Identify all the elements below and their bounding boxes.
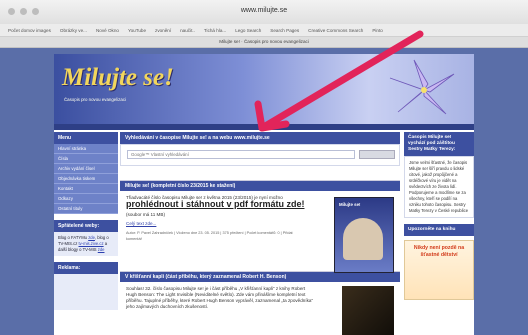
browser-window: www.milujte.se Počet domov images Obrázk… — [0, 0, 528, 335]
download-link[interactable]: prohlédnout i stáhnout v pdf formátu zde… — [126, 199, 304, 209]
page-viewport: Milujte se! Časopis pro novou evangeliza… — [0, 48, 528, 335]
tab-active[interactable]: Milujte se! · Časopis pro novou evangeli… — [0, 37, 528, 48]
book-cover-image[interactable] — [342, 286, 394, 335]
bookmark-item[interactable]: naučit.. — [180, 28, 195, 33]
search-input[interactable] — [127, 150, 355, 159]
friends-link[interactable]: zde — [88, 235, 95, 240]
bookmark-item[interactable]: Creative Commons Search — [308, 28, 363, 33]
site-banner: Milujte se! Časopis pro novou evangeliza… — [54, 54, 474, 124]
magazine-cover-image[interactable]: Milujte se! — [334, 197, 394, 273]
menu-item-home[interactable]: Hlavní stránka — [54, 144, 118, 154]
read-more-link[interactable]: Celý text zde... — [126, 221, 306, 227]
patronage-heading: Časopis Milujte se! vychází pod záštitou… — [404, 132, 474, 156]
support-heading: Upozorněte na knihu — [404, 224, 474, 236]
left-sidebar: Menu Hlavní stránka Čísla Archiv vydání … — [54, 132, 118, 310]
search-button[interactable] — [359, 150, 395, 159]
article-body: Souhlas! 32. číslo časopisu Milujte se! … — [120, 282, 400, 335]
friends-heading: Spřátelené weby: — [54, 220, 118, 232]
bookmark-item[interactable]: Tichá hla... — [204, 28, 226, 33]
menu-item-archive[interactable]: Archiv vydání čísel — [54, 164, 118, 174]
friends-text: Blog o FATYMu — [58, 235, 88, 240]
bookmark-item[interactable]: Nové Okno — [96, 28, 119, 33]
article-text: Souhlas! 32. číslo časopisu Milujte se! … — [126, 286, 314, 309]
bookmark-item[interactable]: Počet domov images — [8, 28, 51, 33]
bookmark-item[interactable]: YouTube — [128, 28, 146, 33]
window-title: www.milujte.se — [240, 7, 288, 14]
article-title[interactable]: V křišťanní kapli (část příběhu, který z… — [120, 272, 400, 282]
right-sidebar: Časopis Milujte se! vychází pod záštitou… — [404, 132, 474, 300]
menu-heading: Menu — [54, 132, 118, 144]
title-bar: www.milujte.se — [0, 0, 528, 25]
search-box — [120, 144, 400, 166]
pope-portrait — [343, 218, 383, 260]
bookmark-item[interactable]: Search Pages — [270, 28, 299, 33]
friends-link[interactable]: zde — [98, 247, 105, 252]
bookmark-item[interactable]: Lego Search — [235, 28, 261, 33]
main-content: Vyhledávání v časopise Milujte se! a na … — [120, 132, 400, 335]
bookmarks-bar: Počet domov images Obrázky ve... Nové Ok… — [0, 24, 528, 37]
ads-heading: Reklama: — [54, 262, 118, 274]
bookmark-item[interactable]: Obrázky ve... — [60, 28, 87, 33]
site-slogan: Časopis pro novou evangelizaci — [64, 97, 126, 102]
bookmark-item[interactable]: Pinto — [372, 28, 382, 33]
article-title[interactable]: Milujte se! (kompletní číslo 23/2015 ke … — [120, 181, 400, 191]
menu-item-contact[interactable]: Kontakt — [54, 184, 118, 194]
book-promo[interactable]: Nikdy není pozdě na šťastné dětství — [404, 240, 474, 300]
menu-item-links[interactable]: Odkazy — [54, 194, 118, 204]
search-heading: Vyhledávání v časopise Milujte se! a na … — [120, 132, 400, 144]
promo-title: Nikdy není pozdě na šťastné dětství — [413, 245, 465, 258]
article-1: Milujte se! (kompletní číslo 23/2015 ke … — [120, 180, 400, 273]
menu-item-other[interactable]: Ostatní tituly — [54, 204, 118, 214]
menu-item-order[interactable]: Objednávka tiskem — [54, 174, 118, 184]
article-meta: Autor: P. Pavel Zahradníček | Vloženo dn… — [126, 231, 293, 241]
menu-item-issues[interactable]: Čísla — [54, 154, 118, 164]
patronage-text: Jsme velmi šťastné, že časopis Milujte s… — [404, 156, 474, 218]
article-body: Třiadvacáté číslo časopisu Milujte se! z… — [120, 191, 400, 273]
article-2: V křišťanní kapli (část příběhu, který z… — [120, 271, 400, 335]
nav-bar — [54, 124, 474, 130]
file-size: (soubor má 11 MB) — [126, 212, 165, 217]
friends-list: Blog o FATYMu zde, blog o TV-MIS.cz tv-m… — [54, 232, 118, 256]
lily-flower-icon — [389, 59, 455, 115]
ads-box — [54, 274, 118, 310]
friends-link[interactable]: tv-mis.zive.cz — [78, 241, 103, 246]
magazine-cover-title: Milujte se! — [339, 202, 361, 207]
site-container: Milujte se! Časopis pro novou evangeliza… — [54, 54, 474, 335]
bookmark-item[interactable]: zvonění — [155, 28, 171, 33]
site-logo[interactable]: Milujte se! — [62, 64, 174, 92]
